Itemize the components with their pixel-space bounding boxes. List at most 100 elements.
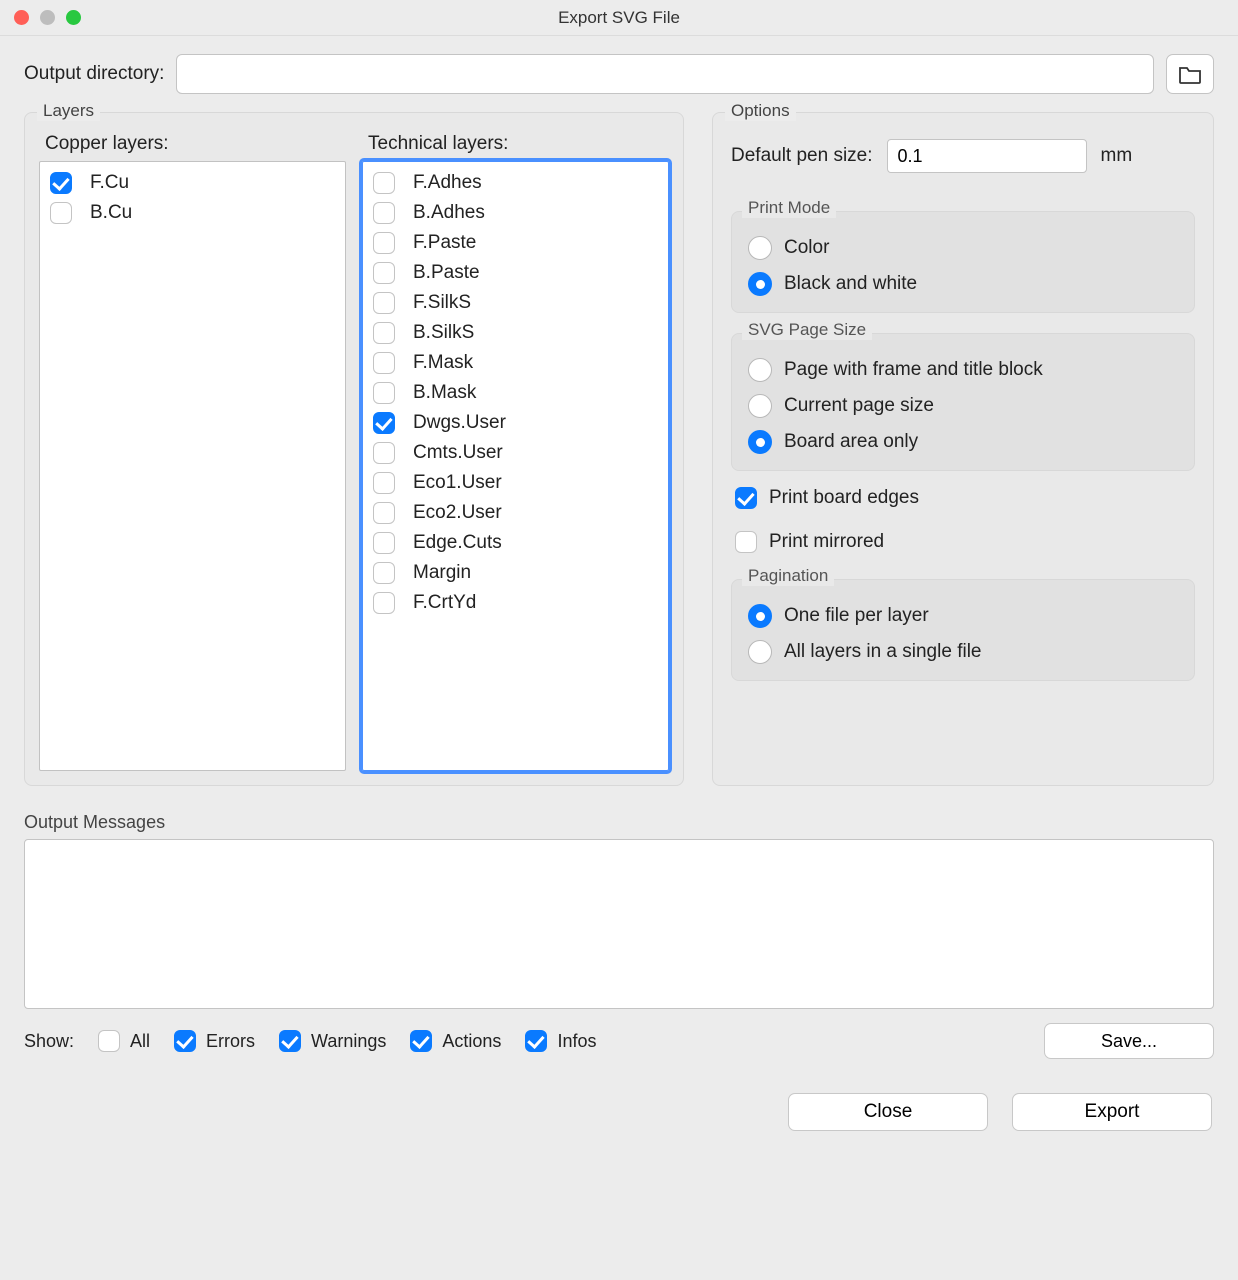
technical-layer-item[interactable]: B.SilkS (367, 318, 664, 348)
technical-layer-item[interactable]: B.Paste (367, 258, 664, 288)
technical-layer-item[interactable]: F.Adhes (367, 168, 664, 198)
svg-page-size-radio[interactable] (748, 394, 772, 418)
print-mode-option[interactable]: Black and white (746, 266, 1180, 302)
print-board-edges-checkbox[interactable] (735, 487, 757, 509)
svg-page-size-label: Current page size (784, 395, 934, 417)
show-actions-checkbox[interactable] (410, 1030, 432, 1052)
print-mode-label: Color (784, 237, 829, 259)
copper-layer-label: F.Cu (90, 172, 129, 194)
technical-layer-checkbox[interactable] (373, 352, 395, 374)
pen-size-label: Default pen size: (731, 145, 873, 167)
technical-layer-item[interactable]: F.Paste (367, 228, 664, 258)
copper-layer-checkbox[interactable] (50, 202, 72, 224)
copper-layer-checkbox[interactable] (50, 172, 72, 194)
show-infos-label: Infos (557, 1031, 596, 1052)
technical-layer-item[interactable]: B.Mask (367, 378, 664, 408)
show-warnings-checkbox[interactable] (279, 1030, 301, 1052)
options-fieldset: Options Default pen size: mm Print Mode … (712, 112, 1214, 786)
print-mode-option[interactable]: Color (746, 230, 1180, 266)
show-all-checkbox[interactable] (98, 1030, 120, 1052)
output-directory-input[interactable] (176, 54, 1154, 94)
technical-layer-label: B.Paste (413, 262, 480, 284)
pen-size-input[interactable] (887, 139, 1087, 173)
print-mirrored-label: Print mirrored (769, 531, 884, 553)
technical-layer-label: Edge.Cuts (413, 532, 502, 554)
print-mode-label: Black and white (784, 273, 917, 295)
technical-layer-checkbox[interactable] (373, 202, 395, 224)
output-directory-label: Output directory: (24, 63, 164, 85)
technical-layer-item[interactable]: Cmts.User (367, 438, 664, 468)
copper-layer-item[interactable]: B.Cu (44, 198, 341, 228)
technical-layer-item[interactable]: F.Mask (367, 348, 664, 378)
technical-layer-checkbox[interactable] (373, 262, 395, 284)
show-errors-checkbox[interactable] (174, 1030, 196, 1052)
technical-layer-checkbox[interactable] (373, 412, 395, 434)
pagination-option[interactable]: One file per layer (746, 598, 1180, 634)
print-mode-radio[interactable] (748, 272, 772, 296)
copper-layer-item[interactable]: F.Cu (44, 168, 341, 198)
technical-layer-item[interactable]: Eco2.User (367, 498, 664, 528)
svg-page-size-legend: SVG Page Size (742, 320, 872, 340)
print-mirrored-checkbox[interactable] (735, 531, 757, 553)
technical-layer-checkbox[interactable] (373, 232, 395, 254)
technical-layer-label: B.Adhes (413, 202, 485, 224)
technical-layer-item[interactable]: Eco1.User (367, 468, 664, 498)
technical-layer-label: F.Mask (413, 352, 473, 374)
technical-layer-label: F.CrtYd (413, 592, 476, 614)
technical-layer-checkbox[interactable] (373, 322, 395, 344)
technical-layer-item[interactable]: F.CrtYd (367, 588, 664, 618)
print-board-edges-label: Print board edges (769, 487, 919, 509)
technical-layer-label: F.SilkS (413, 292, 471, 314)
layers-legend: Layers (37, 101, 100, 121)
pagination-group: Pagination One file per layerAll layers … (731, 579, 1195, 681)
technical-layer-item[interactable]: Dwgs.User (367, 408, 664, 438)
pagination-radio[interactable] (748, 640, 772, 664)
browse-output-directory-button[interactable] (1166, 54, 1214, 94)
svg-page-size-radio[interactable] (748, 358, 772, 382)
export-button[interactable]: Export (1012, 1093, 1212, 1131)
svg-page-size-option[interactable]: Current page size (746, 388, 1180, 424)
show-actions-label: Actions (442, 1031, 501, 1052)
technical-layer-checkbox[interactable] (373, 502, 395, 524)
pagination-radio[interactable] (748, 604, 772, 628)
svg-page-size-label: Board area only (784, 431, 918, 453)
copper-layers-title: Copper layers: (39, 133, 346, 155)
show-all-label: All (130, 1031, 150, 1052)
print-mode-radio[interactable] (748, 236, 772, 260)
svg-page-size-radio[interactable] (748, 430, 772, 454)
technical-layer-label: Eco2.User (413, 502, 502, 524)
output-messages-textarea[interactable] (24, 839, 1214, 1009)
technical-layer-checkbox[interactable] (373, 532, 395, 554)
svg-page-size-group: SVG Page Size Page with frame and title … (731, 333, 1195, 471)
technical-layer-checkbox[interactable] (373, 172, 395, 194)
save-messages-button[interactable]: Save... (1044, 1023, 1214, 1059)
copper-layers-list[interactable]: F.Cu B.Cu (39, 161, 346, 771)
titlebar: Export SVG File (0, 0, 1238, 36)
technical-layer-checkbox[interactable] (373, 562, 395, 584)
print-mode-legend: Print Mode (742, 198, 836, 218)
show-infos-checkbox[interactable] (525, 1030, 547, 1052)
folder-icon (1178, 64, 1202, 84)
output-messages-label: Output Messages (24, 812, 1214, 833)
technical-layer-checkbox[interactable] (373, 382, 395, 404)
technical-layer-label: B.Mask (413, 382, 476, 404)
technical-layer-label: F.Paste (413, 232, 476, 254)
show-warnings-label: Warnings (311, 1031, 386, 1052)
technical-layers-title: Technical layers: (362, 133, 669, 155)
technical-layer-item[interactable]: B.Adhes (367, 198, 664, 228)
pagination-option[interactable]: All layers in a single file (746, 634, 1180, 670)
technical-layer-item[interactable]: Edge.Cuts (367, 528, 664, 558)
pagination-label: One file per layer (784, 605, 929, 627)
technical-layer-checkbox[interactable] (373, 292, 395, 314)
svg-page-size-option[interactable]: Page with frame and title block (746, 352, 1180, 388)
technical-layers-list[interactable]: F.Adhes B.Adhes F.Paste B.Paste F.SilkS B.Sil… (362, 161, 669, 771)
pen-size-unit: mm (1101, 145, 1133, 167)
svg-page-size-option[interactable]: Board area only (746, 424, 1180, 460)
copper-layer-label: B.Cu (90, 202, 132, 224)
technical-layer-item[interactable]: Margin (367, 558, 664, 588)
technical-layer-checkbox[interactable] (373, 472, 395, 494)
technical-layer-item[interactable]: F.SilkS (367, 288, 664, 318)
close-button[interactable]: Close (788, 1093, 988, 1131)
technical-layer-checkbox[interactable] (373, 442, 395, 464)
technical-layer-checkbox[interactable] (373, 592, 395, 614)
